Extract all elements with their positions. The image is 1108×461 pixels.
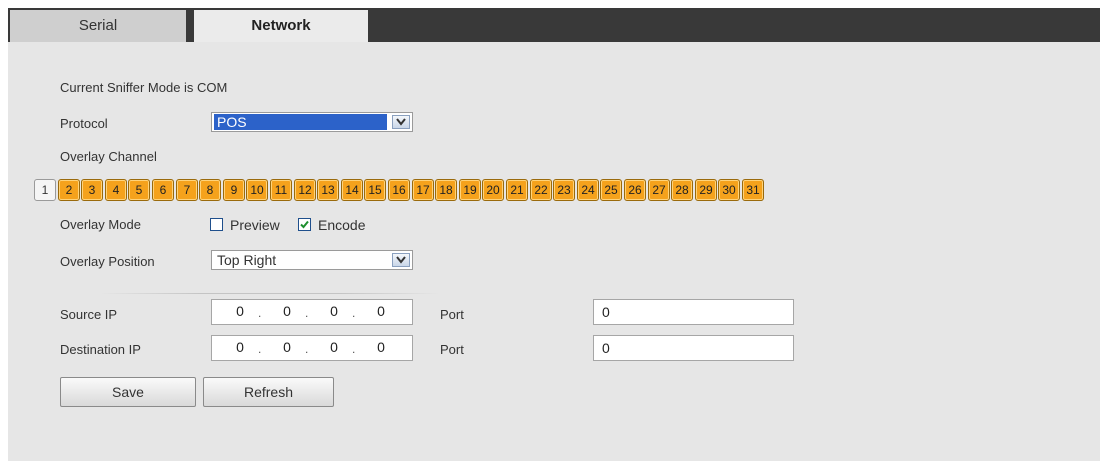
channel-button-28[interactable]: 28 [671,179,693,201]
channel-button-27[interactable]: 27 [648,179,670,201]
protocol-select[interactable]: POS [211,112,413,132]
preview-checkbox[interactable] [210,218,223,231]
ip-octet[interactable]: 0 [369,339,393,355]
source-port-label: Port [440,307,464,322]
channel-button-22[interactable]: 22 [530,179,552,201]
channel-button-1[interactable]: 1 [34,179,56,201]
ip-octet[interactable]: 0 [322,303,346,319]
destination-port-label: Port [440,342,464,357]
encode-checkbox[interactable] [298,218,311,231]
channel-button-10[interactable]: 10 [246,179,268,201]
ip-octet[interactable]: 0 [228,339,252,355]
channel-button-21[interactable]: 21 [506,179,528,201]
channel-button-25[interactable]: 25 [600,179,622,201]
channel-button-20[interactable]: 20 [482,179,504,201]
channel-button-9[interactable]: 9 [223,179,245,201]
encode-label: Encode [318,217,366,233]
ip-octet[interactable]: 0 [322,339,346,355]
overlay-position-value: Top Right [217,252,277,268]
tab-serial[interactable]: Serial [10,10,186,42]
overlay-position-select[interactable]: Top Right [211,250,413,270]
ip-dot: . [258,306,262,320]
channel-button-17[interactable]: 17 [412,179,434,201]
chevron-down-icon[interactable] [392,253,410,267]
channel-button-14[interactable]: 14 [341,179,363,201]
channel-button-13[interactable]: 13 [317,179,339,201]
ip-dot: . [352,306,356,320]
protocol-value: POS [214,114,387,130]
overlay-position-label: Overlay Position [60,254,155,269]
ip-dot: . [352,342,356,356]
ip-octet[interactable]: 0 [228,303,252,319]
refresh-button[interactable]: Refresh [203,377,334,407]
channel-button-19[interactable]: 19 [459,179,481,201]
channel-button-8[interactable]: 8 [199,179,221,201]
destination-ip-input[interactable]: 0 . 0 . 0 . 0 [211,335,413,361]
channel-button-4[interactable]: 4 [105,179,127,201]
destination-port-input[interactable]: 0 [593,335,794,361]
page: Serial Network Current Sniffer Mode is C… [0,0,1108,461]
channel-button-6[interactable]: 6 [152,179,174,201]
overlay-mode-label: Overlay Mode [60,217,141,232]
tab-network[interactable]: Network [194,10,368,42]
source-ip-input[interactable]: 0 . 0 . 0 . 0 [211,299,413,325]
channel-button-3[interactable]: 3 [81,179,103,201]
preview-label: Preview [230,217,280,233]
save-button[interactable]: Save [60,377,196,407]
channel-button-7[interactable]: 7 [176,179,198,201]
channel-button-18[interactable]: 18 [435,179,457,201]
sniffer-mode-text: Current Sniffer Mode is COM [60,80,228,95]
channel-button-16[interactable]: 16 [388,179,410,201]
channel-button-12[interactable]: 12 [294,179,316,201]
channel-button-29[interactable]: 29 [695,179,717,201]
channel-button-15[interactable]: 15 [364,179,386,201]
ip-dot: . [305,306,309,320]
ip-octet[interactable]: 0 [369,303,393,319]
channel-button-26[interactable]: 26 [624,179,646,201]
channel-button-11[interactable]: 11 [270,179,292,201]
channel-button-2[interactable]: 2 [58,179,80,201]
ip-octet[interactable]: 0 [275,339,299,355]
config-panel: Serial Network Current Sniffer Mode is C… [8,8,1100,461]
protocol-label: Protocol [60,116,108,131]
overlay-channel-label: Overlay Channel [60,149,157,164]
ip-octet[interactable]: 0 [275,303,299,319]
chevron-down-icon[interactable] [392,115,410,129]
section-divider [100,293,440,294]
channel-button-24[interactable]: 24 [577,179,599,201]
channel-button-30[interactable]: 30 [718,179,740,201]
channel-button-31[interactable]: 31 [742,179,764,201]
source-ip-label: Source IP [60,307,118,322]
ip-dot: . [258,342,262,356]
destination-ip-label: Destination IP [60,342,141,357]
channel-button-23[interactable]: 23 [553,179,575,201]
source-port-input[interactable]: 0 [593,299,794,325]
ip-dot: . [305,342,309,356]
tab-bar: Serial Network [8,8,1100,42]
channel-button-5[interactable]: 5 [128,179,150,201]
